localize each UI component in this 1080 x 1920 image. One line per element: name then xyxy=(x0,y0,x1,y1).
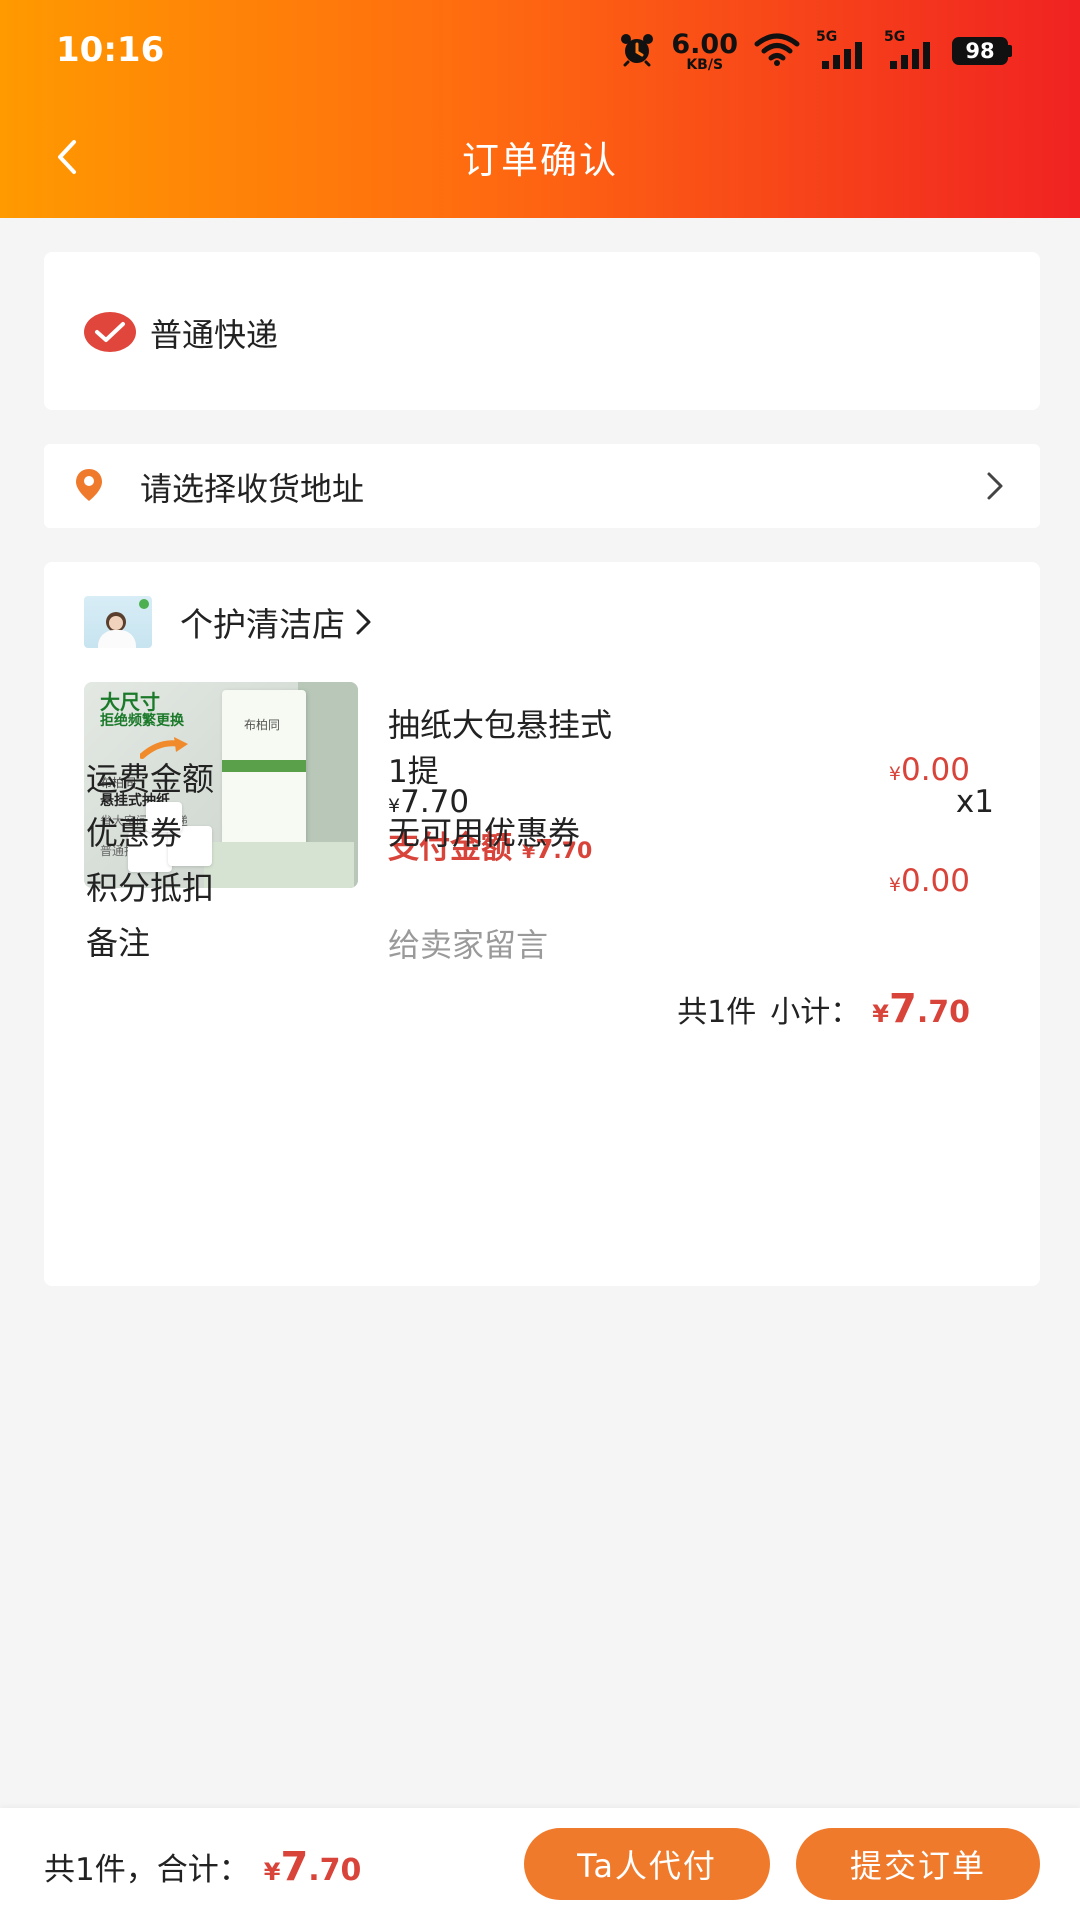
points-amount: 0.00 xyxy=(900,863,970,899)
points-symbol: ¥ xyxy=(888,874,901,896)
total-symbol: ¥ xyxy=(263,1858,281,1886)
header: 10:16 6.00 KB/S 5G 5G 98 订单确认 xyxy=(0,0,1080,218)
bottom-bar: 共1件，合计： ¥7.70 Ta人代付 提交订单 xyxy=(0,1808,1080,1920)
shipping-fee-symbol: ¥ xyxy=(888,763,901,785)
signal-5g-icon-2: 5G xyxy=(884,29,936,69)
note-label: 备注 xyxy=(86,924,151,962)
shipping-method-card[interactable]: 普通快递 xyxy=(44,252,1040,410)
proxy-pay-button[interactable]: Ta人代付 xyxy=(524,1828,770,1900)
net-speed: 6.00 KB/S xyxy=(671,31,738,72)
net-speed-value: 6.00 xyxy=(671,28,738,60)
total-int: 7 xyxy=(280,1844,309,1890)
signal-5g-icon-1: 5G xyxy=(816,29,868,69)
points-value: ¥0.00 xyxy=(889,863,970,899)
wifi-icon xyxy=(754,32,800,70)
subtotal-label: 小计： xyxy=(770,995,861,1030)
store-link[interactable]: 个护清洁店 xyxy=(180,598,373,646)
subtotal-symbol: ¥ xyxy=(872,1000,889,1028)
product-image-subline: 拒绝频繁更换 xyxy=(100,713,184,729)
battery-level: 98 xyxy=(952,37,1008,65)
store-name: 个护清洁店 xyxy=(180,605,345,644)
status-bar: 10:16 6.00 KB/S 5G 5G 98 xyxy=(0,0,1080,100)
subtotal-int: 7 xyxy=(889,986,917,1032)
points-label: 积分抵扣 xyxy=(86,869,215,907)
coupon-selector[interactable]: 无可用优惠券 xyxy=(388,808,580,854)
product-name: 抽纸大包悬挂式 xyxy=(388,706,613,744)
address-selector[interactable]: 请选择收货地址 xyxy=(44,444,1040,528)
location-pin-icon xyxy=(74,467,104,503)
chevron-right-icon xyxy=(984,468,1006,504)
status-icons: 6.00 KB/S 5G 5G 98 xyxy=(619,26,1012,76)
total-amount: ¥7.70 xyxy=(264,1844,362,1890)
check-circle-icon[interactable] xyxy=(84,312,136,352)
address-placeholder: 请选择收货地址 xyxy=(140,470,365,508)
shipping-fee-label: 运费金额 xyxy=(86,760,215,798)
pack-brand: 布柏同 xyxy=(244,718,281,732)
chevron-right-icon xyxy=(356,609,371,635)
order-card: 个护清洁店 大尺寸 拒绝频繁更换 布柏同 悬挂式抽纸 省大空间 分层递 普通抽纸… xyxy=(44,562,1040,1286)
shipping-method-label: 普通快递 xyxy=(150,316,279,354)
total-label: 共1件，合计： xyxy=(44,1852,250,1888)
store-logo[interactable] xyxy=(84,596,152,648)
net-speed-unit: KB/S xyxy=(686,56,724,73)
battery-icon: 98 xyxy=(952,37,1012,65)
shipping-fee-amount: 0.00 xyxy=(900,752,970,788)
subtotal-dec: .70 xyxy=(916,995,970,1030)
note-input[interactable]: 给卖家留言 xyxy=(388,920,548,966)
shipping-fee-value: ¥0.00 xyxy=(889,752,970,788)
subtotal: 共1件 小计： ¥7.70 xyxy=(677,986,970,1032)
product-quantity: x1 xyxy=(955,784,994,820)
total-dec: .70 xyxy=(308,1853,362,1888)
subtotal-amount: ¥7.70 xyxy=(872,986,970,1032)
order-total: 共1件，合计： ¥7.70 xyxy=(44,1844,361,1890)
status-time: 10:16 xyxy=(56,30,165,70)
page-title: 订单确认 xyxy=(462,139,618,182)
subtotal-count: 共1件 xyxy=(677,995,757,1030)
coupon-label: 优惠券 xyxy=(86,814,183,852)
alarm-icon xyxy=(619,31,655,71)
submit-order-button[interactable]: 提交订单 xyxy=(796,1828,1040,1900)
tissue-pack: 布柏同 xyxy=(222,690,306,862)
